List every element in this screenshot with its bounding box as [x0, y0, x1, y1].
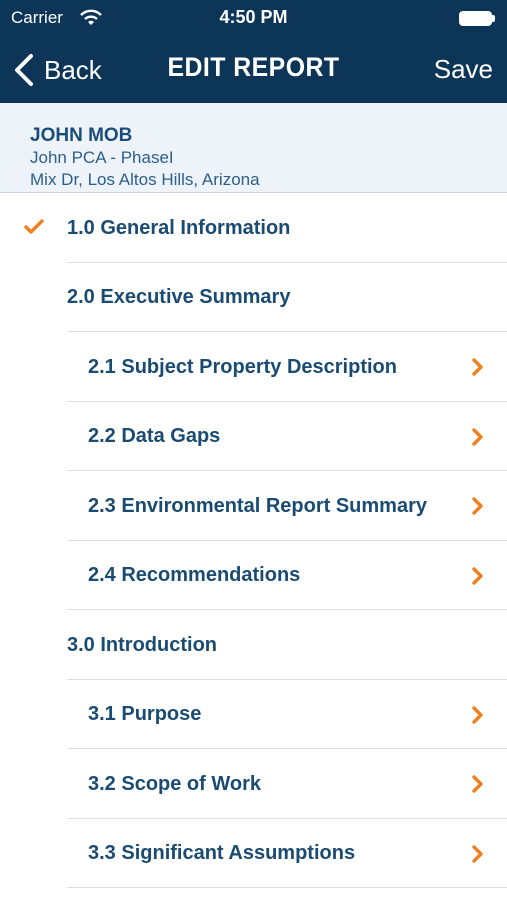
section-label: 1.0 General Information [67, 216, 291, 239]
section-label: 2.3 Environmental Report Summary [88, 494, 427, 517]
section-label: 2.0 Executive Summary [67, 286, 291, 308]
chevron-right-icon [472, 844, 483, 863]
chevron-right-icon [472, 497, 483, 515]
top-bar: Carrier 4:50 PM Back EDIT REPORT Save [0, 0, 507, 103]
section-label: 3.1 Purpose [88, 703, 202, 725]
status-bar: Carrier 4:50 PM [0, 0, 507, 36]
navigation-bar: Back EDIT REPORT Save [0, 36, 507, 103]
chevron-right-icon [472, 705, 483, 724]
section-row-2-0[interactable]: 2.0 Executive Summary [0, 263, 507, 332]
section-label: 2.4 Recommendations [88, 564, 301, 586]
chevron-right-icon [472, 775, 483, 793]
section-row-2-2[interactable]: 2.2 Data Gaps [0, 402, 507, 471]
site-address: Mix Dr, Los Altos Hills, Arizona [30, 170, 260, 189]
chevron-right-icon [472, 566, 483, 585]
section-row-2-1[interactable]: 2.1 Subject Property Description [0, 332, 507, 402]
section-label: 3.0 Introduction [67, 633, 217, 656]
status-time: 4:50 PM [219, 7, 288, 27]
client-name: JOHN MOB [30, 125, 133, 146]
section-label: 3.2 Scope of Work [88, 772, 262, 795]
section-row-1-0[interactable]: 1.0 General Information [0, 193, 507, 263]
section-row-2-3[interactable]: 2.3 Environmental Report Summary [0, 471, 507, 541]
section-list: 1.0 General Information 2.0 Executive Su… [0, 193, 507, 888]
back-button[interactable]: Back [12, 50, 102, 90]
section-label: 2.1 Subject Property Description [88, 355, 397, 378]
row-divider [67, 887, 507, 888]
section-row-2-4[interactable]: 2.4 Recommendations [0, 541, 507, 610]
chevron-left-icon [15, 54, 33, 86]
section-row-3-2[interactable]: 3.2 Scope of Work [0, 749, 507, 819]
chevron-right-icon [472, 358, 483, 376]
section-row-3-0[interactable]: 3.0 Introduction [0, 610, 507, 680]
chevron-right-icon [472, 427, 483, 446]
battery-icon [459, 11, 495, 26]
project-name: John PCA - PhaseI [30, 148, 174, 167]
back-button-label: Back [44, 54, 102, 85]
save-button[interactable]: Save [434, 54, 493, 85]
section-row-3-1[interactable]: 3.1 Purpose [0, 680, 507, 749]
section-label: 2.2 Data Gaps [88, 425, 221, 447]
section-label: 3.3 Significant Assumptions [88, 842, 356, 864]
checkmark-icon [24, 219, 44, 234]
report-header: JOHN MOB John PCA - PhaseI Mix Dr, Los A… [0, 103, 507, 193]
section-row-3-3[interactable]: 3.3 Significant Assumptions [0, 819, 507, 888]
